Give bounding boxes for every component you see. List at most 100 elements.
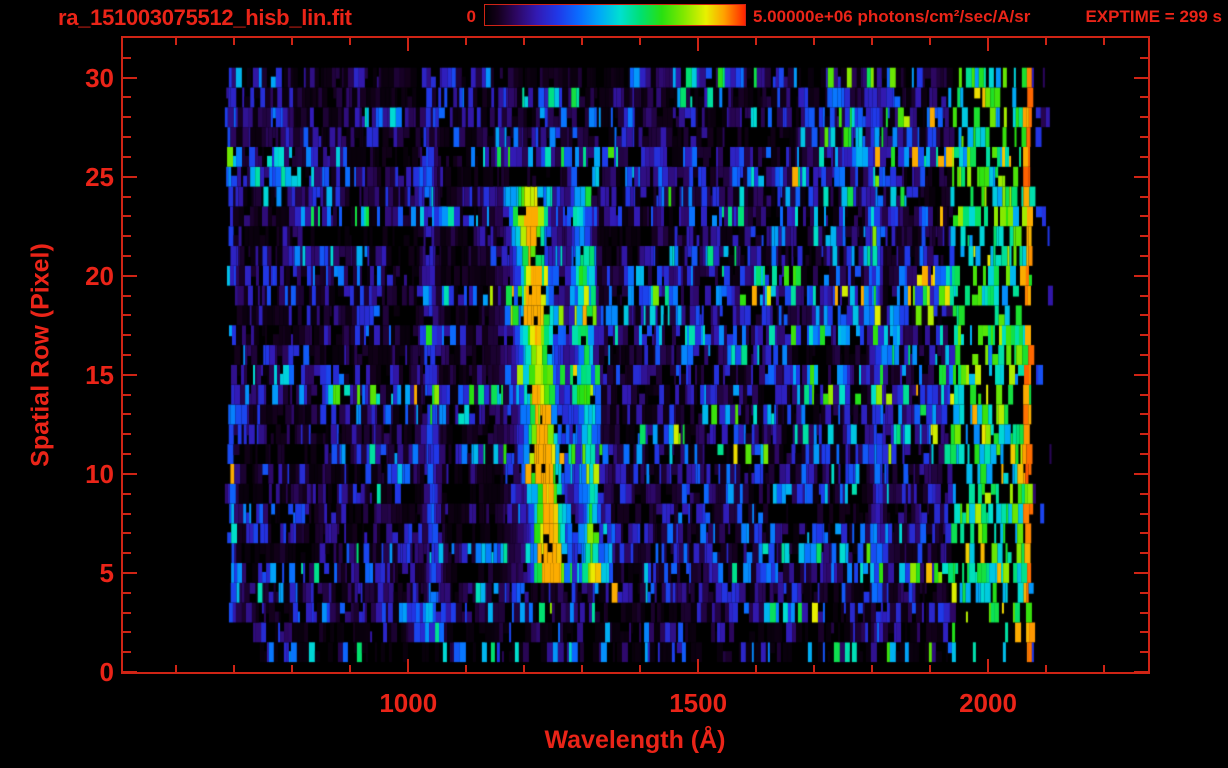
y-tick	[1140, 651, 1148, 654]
x-tick	[465, 38, 468, 45]
y-tick	[1140, 492, 1148, 495]
y-tick	[123, 631, 131, 634]
y-tick	[123, 453, 131, 456]
y-tick	[1140, 314, 1148, 317]
y-tick	[1140, 512, 1148, 515]
y-tick	[1140, 611, 1148, 614]
y-tick-label: 5	[99, 557, 114, 588]
y-tick	[123, 591, 131, 594]
x-tick	[871, 665, 874, 672]
y-tick	[1140, 354, 1148, 356]
x-tick	[175, 38, 178, 45]
y-tick	[1134, 671, 1148, 673]
y-tick	[123, 254, 131, 257]
colorbar-max-label: 5.00000e+06 photons/cm²/sec/A/sr	[753, 7, 1031, 26]
y-tick	[1140, 195, 1148, 198]
y-tick	[1140, 235, 1148, 238]
x-tick	[349, 665, 352, 672]
x-tick	[697, 659, 700, 672]
x-tick	[407, 38, 410, 51]
y-tick	[1140, 393, 1148, 396]
x-tick	[986, 38, 989, 51]
x-tick	[929, 665, 931, 672]
x-tick	[465, 665, 468, 672]
y-tick	[1134, 76, 1148, 79]
y-tick	[1140, 136, 1148, 139]
y-tick	[1134, 373, 1148, 376]
y-tick-label: 30	[85, 62, 114, 93]
x-tick	[523, 665, 526, 672]
y-tick	[123, 552, 131, 555]
y-tick	[123, 512, 131, 515]
y-tick	[1140, 532, 1148, 535]
y-tick	[123, 492, 131, 495]
x-tick	[1102, 665, 1105, 672]
y-tick	[1140, 591, 1148, 594]
y-tick	[123, 532, 131, 535]
x-tick	[697, 38, 700, 51]
y-tick	[123, 671, 137, 673]
x-tick	[639, 38, 642, 45]
y-tick	[1140, 96, 1148, 99]
x-tick	[233, 38, 236, 45]
y-axis-title: Spatial Row (Pixel)	[26, 243, 55, 467]
x-tick	[291, 665, 294, 672]
y-tick	[123, 433, 131, 436]
x-tick	[291, 38, 294, 45]
y-tick	[1140, 215, 1148, 218]
x-tick	[233, 665, 236, 672]
x-axis-title: Wavelength (Å)	[544, 726, 726, 754]
spectrogram-quicklook-screen: ra_151003075512_hisb_lin.fit 0 5.00000e+…	[0, 0, 1228, 768]
y-tick	[123, 215, 131, 218]
x-tick	[1102, 38, 1105, 45]
y-tick	[1140, 453, 1148, 456]
plot-frame	[121, 36, 1150, 674]
y-tick	[1140, 116, 1148, 119]
x-tick	[1044, 38, 1047, 45]
y-tick	[1134, 472, 1148, 475]
x-tick	[639, 665, 642, 672]
y-tick	[123, 373, 137, 376]
y-tick	[123, 472, 137, 475]
x-tick	[813, 38, 816, 45]
x-tick	[755, 38, 758, 45]
y-tick	[1140, 552, 1148, 555]
y-tick	[1140, 294, 1148, 297]
y-tick	[1140, 334, 1148, 337]
x-tick	[1044, 665, 1047, 672]
y-tick	[1134, 571, 1148, 574]
y-tick	[123, 611, 131, 614]
colorbar-min-label: 0	[466, 7, 476, 26]
x-tick	[407, 659, 410, 672]
y-tick	[1140, 254, 1148, 257]
y-tick	[123, 76, 137, 79]
exptime-label: EXPTIME = 299 s	[1085, 7, 1222, 26]
y-tick	[123, 235, 131, 238]
y-tick	[123, 116, 131, 119]
y-tick	[1140, 433, 1148, 436]
y-tick	[123, 195, 131, 198]
y-tick	[123, 334, 131, 337]
y-tick	[123, 96, 131, 99]
x-tick	[929, 38, 931, 45]
y-tick	[123, 354, 131, 356]
x-tick	[581, 38, 584, 45]
x-tick	[871, 38, 874, 45]
x-tick-label: 2000	[959, 688, 1017, 718]
y-tick	[1140, 413, 1148, 416]
y-tick-label: 25	[85, 161, 114, 192]
x-tick	[755, 665, 758, 672]
y-tick	[123, 314, 131, 317]
y-tick	[123, 393, 131, 396]
y-tick	[123, 155, 131, 158]
y-tick	[1140, 155, 1148, 158]
y-tick	[1134, 175, 1148, 178]
y-tick	[123, 651, 131, 654]
y-tick	[123, 571, 137, 574]
y-tick	[123, 413, 131, 416]
x-tick	[523, 38, 526, 45]
y-tick	[1140, 56, 1148, 59]
y-tick	[123, 294, 131, 297]
y-tick	[1140, 631, 1148, 634]
x-tick	[349, 38, 352, 45]
